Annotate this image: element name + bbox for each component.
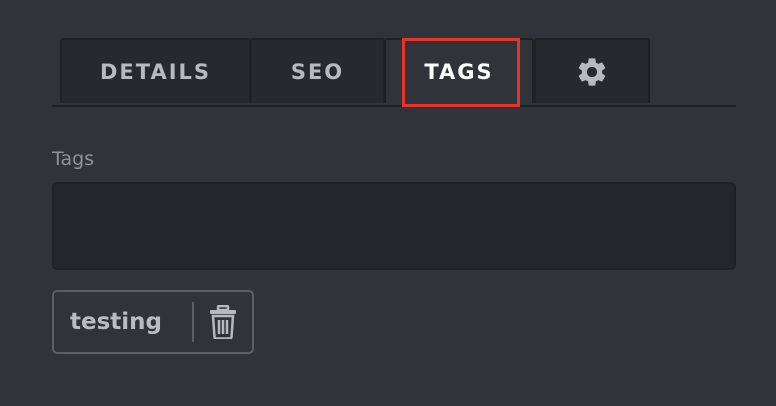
tags-input[interactable] [52,182,736,270]
tab-bar: DETAILS SEO TAGS [52,38,736,107]
remove-tag-button[interactable] [194,292,252,352]
tab-seo-label: SEO [290,59,345,84]
tab-settings[interactable] [534,38,650,103]
tab-details-label: DETAILS [99,59,212,84]
tag-chip: testing [52,290,254,354]
tab-seo[interactable]: SEO [250,38,385,103]
gear-icon [578,57,606,86]
tab-tags-label: TAGS [424,59,494,84]
tab-details[interactable]: DETAILS [60,38,251,103]
tag-label: testing [70,309,162,335]
tags-editor-panel: DETAILS SEO TAGS Tags testing [0,0,776,406]
tags-field-label: Tags [52,148,95,170]
trash-icon [210,305,236,339]
tab-tags[interactable]: TAGS [384,38,534,103]
